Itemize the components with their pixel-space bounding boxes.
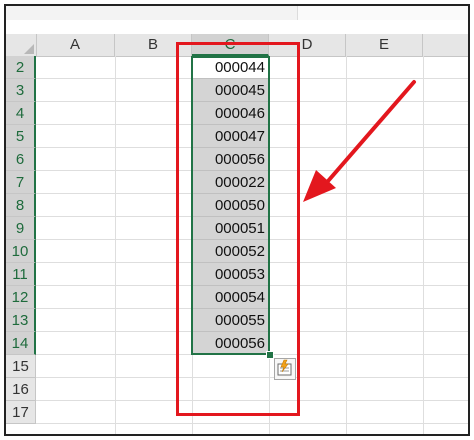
gridline: [423, 56, 424, 434]
gridline: [36, 423, 468, 424]
formula-bar-input[interactable]: [297, 6, 468, 20]
row-header-6[interactable]: 6: [6, 148, 36, 171]
row-header-10[interactable]: 10: [6, 240, 36, 263]
gridline: [346, 56, 347, 434]
row-header-17[interactable]: 17: [6, 401, 36, 424]
row-header-5[interactable]: 5: [6, 125, 36, 148]
row-header-4[interactable]: 4: [6, 102, 36, 125]
highlight-box: [176, 42, 300, 416]
row-header-8[interactable]: 8: [6, 194, 36, 217]
select-all-triangle-icon: [24, 44, 34, 54]
row-header-15[interactable]: 15: [6, 355, 36, 378]
select-all-button[interactable]: [6, 34, 37, 56]
row-header-7[interactable]: 7: [6, 171, 36, 194]
row-header-2[interactable]: 2: [6, 56, 36, 79]
row-header-13[interactable]: 13: [6, 309, 36, 332]
row-header-14[interactable]: 14: [6, 332, 36, 355]
row-header-16[interactable]: 16: [6, 378, 36, 401]
gridline: [115, 56, 116, 434]
row-header-3[interactable]: 3: [6, 79, 36, 102]
spreadsheet-frame: A B C D E 2 3 4 5 6 7 8 9 10 11 12 13 14…: [4, 4, 470, 436]
row-header-11[interactable]: 11: [6, 263, 36, 286]
column-header-a[interactable]: A: [36, 34, 115, 56]
column-header-e[interactable]: E: [346, 34, 423, 56]
row-header-9[interactable]: 9: [6, 217, 36, 240]
screenshot: A B C D E 2 3 4 5 6 7 8 9 10 11 12 13 14…: [0, 0, 474, 440]
row-header-12[interactable]: 12: [6, 286, 36, 309]
